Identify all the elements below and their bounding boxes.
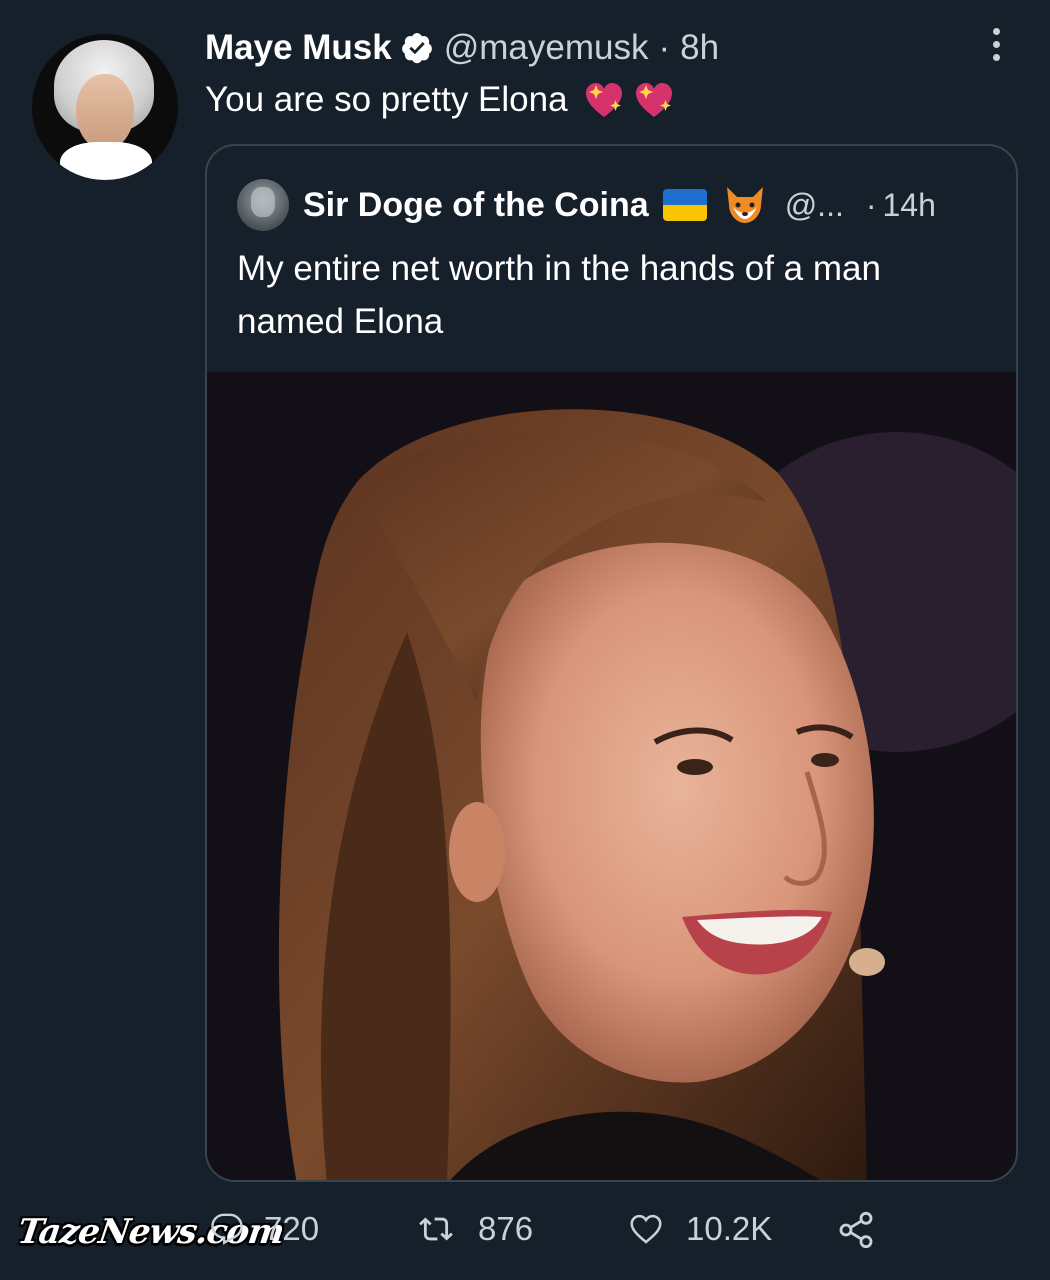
reply-count: 720 [264,1210,320,1247]
tweet-header: Maye Musk @mayemusk · 8h [205,24,719,72]
quoted-handle[interactable]: @... [785,187,844,224]
avatar[interactable] [32,34,178,180]
separator-dot: · [865,186,877,223]
retweet-button[interactable]: 876 [414,1210,533,1248]
reply-button[interactable]: 720 [210,1210,319,1248]
sparkling-heart-icon [585,83,622,117]
portrait-image [207,372,1016,1180]
author-name[interactable]: Maye Musk [205,28,392,68]
tweet[interactable]: Maye Musk @mayemusk · 8h You are so pret… [0,0,1050,1280]
quoted-media-photo[interactable] [207,372,1016,1180]
quoted-avatar[interactable] [237,179,289,231]
quoted-timestamp[interactable]: 14h [883,187,936,224]
author-handle[interactable]: @mayemusk [444,28,649,68]
quoted-tweet-header: Sir Doge of the Coina @... · 14h [237,179,936,231]
retweet-icon [419,1217,453,1241]
share-button[interactable] [836,1210,896,1250]
tweet-text-content: You are so pretty Elona [205,80,568,119]
quoted-tweet-text: My entire net worth in the hands of a ma… [237,249,881,341]
fox-icon [726,187,763,223]
tweet-text: You are so pretty Elona [205,80,676,120]
timestamp[interactable]: 8h [680,28,719,68]
quoted-author-name[interactable]: Sir Doge of the Coina [303,186,649,225]
share-icon [839,1211,873,1249]
like-count: 10.2K [686,1210,773,1247]
heart-icon [630,1214,662,1244]
ukraine-flag-icon [662,189,707,221]
verified-badge-icon [401,33,432,64]
action-bar: TazeNews.com 720 876 10.2K [0,1200,1050,1270]
like-button[interactable]: 10.2K [626,1210,772,1248]
quoted-tweet[interactable]: Sir Doge of the Coina @... · 14h My enti… [205,144,1018,1182]
retweet-count: 876 [478,1210,534,1247]
sparkling-heart-icon [635,83,672,117]
more-options-icon[interactable] [988,28,1004,68]
reply-icon [211,1213,243,1245]
separator-dot: · [658,28,671,67]
